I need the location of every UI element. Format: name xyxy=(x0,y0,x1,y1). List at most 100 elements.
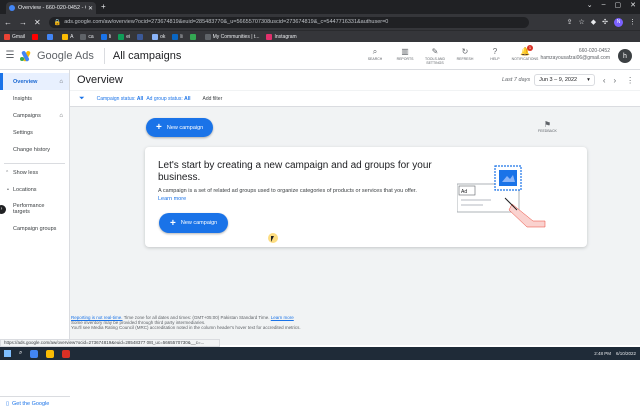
hamburger-menu-icon[interactable]: ☰ xyxy=(0,50,20,61)
tool-label: REPORTS xyxy=(396,57,414,61)
bookmark-item[interactable]: Gmail xyxy=(4,33,25,40)
address-toolbar: ← → ✕ 🔒 ads.google.com/aw/overview?ocid=… xyxy=(0,14,640,30)
sidebar-item-insights[interactable]: Insights xyxy=(0,90,69,107)
date-range-select[interactable]: Jun 3 – 9, 2022 ▾ xyxy=(534,74,595,86)
account-id: 660-020-0452 xyxy=(578,48,610,54)
phone-icon: ▯ xyxy=(6,400,10,407)
account-info[interactable]: 660-020-0452 hamzayousafzai06@gmail.com xyxy=(540,48,610,62)
clock-date[interactable]: 6/10/2022 xyxy=(616,351,636,356)
date-range-controls: Last 7 days Jun 3 – 9, 2022 ▾ ‹ › ⋮ xyxy=(502,74,634,86)
maximize-icon[interactable]: ▢ xyxy=(615,1,622,9)
tool-tools-and-settings[interactable]: ✎ TOOLS AND SETTINGS xyxy=(422,46,448,65)
bookmark-item[interactable]: My Communities | t... xyxy=(204,33,259,40)
extension-icon[interactable]: ◆ xyxy=(591,18,596,26)
bookmark-item[interactable]: Ii xyxy=(100,33,112,40)
browser-tab[interactable]: Overview - 660-020-0452 - Goo ✕ xyxy=(6,2,96,14)
main-content: Overview Last 7 days Jun 3 – 9, 2022 ▾ ‹… xyxy=(70,70,640,345)
bookmark-favicon-icon xyxy=(32,33,39,40)
sidebar-item-campaign-groups[interactable]: Campaign groups xyxy=(0,220,69,237)
sidebar-item-performance-targets[interactable]: › Performance targets xyxy=(0,198,69,220)
bookmark-item[interactable]: ok xyxy=(152,33,165,40)
footer-learn-more-link[interactable]: Learn more xyxy=(271,315,294,320)
filter-label: Campaign status: xyxy=(96,95,136,102)
close-window-icon[interactable]: ✕ xyxy=(630,1,636,9)
clock-time[interactable]: 2:48 PM xyxy=(594,351,611,356)
sidebar-item-campaigns[interactable]: Campaigns ⌂ xyxy=(0,107,69,124)
search-icon: ⌕ xyxy=(372,47,378,56)
tool-refresh[interactable]: ↻ REFRESH xyxy=(452,46,478,65)
new-tab-button[interactable]: + xyxy=(101,2,106,12)
bookmark-favicon-icon xyxy=(152,33,159,40)
add-filter-button[interactable]: Add filter xyxy=(203,96,223,102)
bookmark-item[interactable]: Instagram xyxy=(266,33,297,40)
stop-icon[interactable]: ✕ xyxy=(34,18,41,27)
breadcrumb[interactable]: All campaigns xyxy=(113,50,181,62)
menu-icon[interactable]: ⋮ xyxy=(629,18,636,26)
bookmark-label: ei xyxy=(126,33,131,40)
google-ads-logo-icon[interactable] xyxy=(20,49,32,62)
sidebar-item-locations[interactable]: Locations xyxy=(0,181,69,198)
star-icon[interactable]: ☆ xyxy=(578,18,584,26)
card-new-campaign-button[interactable]: + New campaign xyxy=(159,213,229,233)
bookmark-item[interactable] xyxy=(137,33,145,40)
app-taskbar-icon[interactable] xyxy=(62,349,71,358)
share-icon[interactable]: ⇪ xyxy=(567,18,573,26)
overview-bar: Overview Last 7 days Jun 3 – 9, 2022 ▾ ‹… xyxy=(70,70,640,90)
more-options-icon[interactable]: ⋮ xyxy=(626,76,634,85)
campaign-status-filter[interactable]: Campaign status: All xyxy=(97,96,144,102)
learn-more-link[interactable]: Learn more xyxy=(158,196,186,202)
tool-label: NOTIFICATIONS xyxy=(511,57,539,61)
reports-icon: ▥ xyxy=(401,47,409,56)
avatar[interactable]: h xyxy=(618,49,632,63)
chrome-taskbar-icon[interactable] xyxy=(30,349,39,358)
date-range-value: Jun 3 – 9, 2022 xyxy=(539,77,578,83)
bookmark-favicon-icon xyxy=(100,33,107,40)
tool-help[interactable]: ? HELP xyxy=(482,46,508,65)
bookmark-label: Ii xyxy=(108,33,112,40)
search-icon[interactable]: ⌕ xyxy=(19,350,22,357)
get-app-link[interactable]: ▯ Get the Google xyxy=(0,396,70,410)
tool-search[interactable]: ⌕ SEARCH xyxy=(362,46,388,65)
chevron-down-icon[interactable]: ⌄ xyxy=(587,1,593,9)
lock-icon[interactable]: 🔒 xyxy=(54,19,61,26)
window-controls: ⌄ – ▢ ✕ xyxy=(587,1,636,9)
windows-start-icon[interactable] xyxy=(4,350,11,357)
bookmark-item[interactable] xyxy=(189,33,198,40)
new-campaign-button[interactable]: + New campaign xyxy=(146,118,214,137)
bookmark-item[interactable]: A xyxy=(62,33,73,40)
tool-notifications[interactable]: 🔔 NOTIFICATIONS 1 xyxy=(511,45,539,65)
help-icon: ? xyxy=(492,47,498,56)
bookmark-item[interactable] xyxy=(47,33,55,40)
filter-icon[interactable]: ⏷ xyxy=(79,95,85,103)
chevron-right-icon[interactable]: › xyxy=(0,204,6,214)
wrench-icon: ✎ xyxy=(431,47,439,56)
ad-group-status-filter[interactable]: Ad group status: All xyxy=(146,96,190,102)
sidebar-item-label: Campaign groups xyxy=(13,225,57,232)
sidebar-item-change-history[interactable]: Change history xyxy=(0,141,69,158)
feedback-button[interactable]: ⚑ FEEDBACK xyxy=(538,120,557,133)
plus-icon: + xyxy=(156,122,162,133)
profile-avatar[interactable]: N xyxy=(614,17,623,27)
forward-icon[interactable]: → xyxy=(19,18,27,27)
bookmark-item[interactable]: ei xyxy=(118,33,131,40)
previous-period-icon[interactable]: ‹ xyxy=(603,76,606,85)
explorer-taskbar-icon[interactable] xyxy=(46,349,55,358)
address-bar[interactable]: 🔒 ads.google.com/aw/overview?ocid=273674… xyxy=(48,16,529,28)
next-period-icon[interactable]: › xyxy=(614,76,617,85)
minimize-icon[interactable]: – xyxy=(602,1,606,9)
new-campaign-label: New campaign xyxy=(166,124,204,131)
bookmark-item[interactable] xyxy=(32,33,40,40)
bookmark-favicon-icon xyxy=(204,33,211,40)
tool-reports[interactable]: ▥ REPORTS xyxy=(392,46,418,65)
sidebar-item-settings[interactable]: Settings xyxy=(0,124,69,141)
tool-label: HELP xyxy=(490,57,500,61)
notification-badge: 1 xyxy=(527,45,533,51)
bookmark-item[interactable]: li xyxy=(172,33,183,40)
close-tab-icon[interactable]: ✕ xyxy=(88,5,93,12)
back-icon[interactable]: ← xyxy=(4,18,12,27)
last-days-label: Last 7 days xyxy=(502,77,531,83)
sidebar-item-overview[interactable]: Overview ⌂ xyxy=(0,73,69,90)
show-less-toggle[interactable]: ⌃ Show less xyxy=(0,164,69,181)
puzzle-icon[interactable]: ✣ xyxy=(602,18,608,26)
bookmark-item[interactable]: ca xyxy=(80,33,94,40)
